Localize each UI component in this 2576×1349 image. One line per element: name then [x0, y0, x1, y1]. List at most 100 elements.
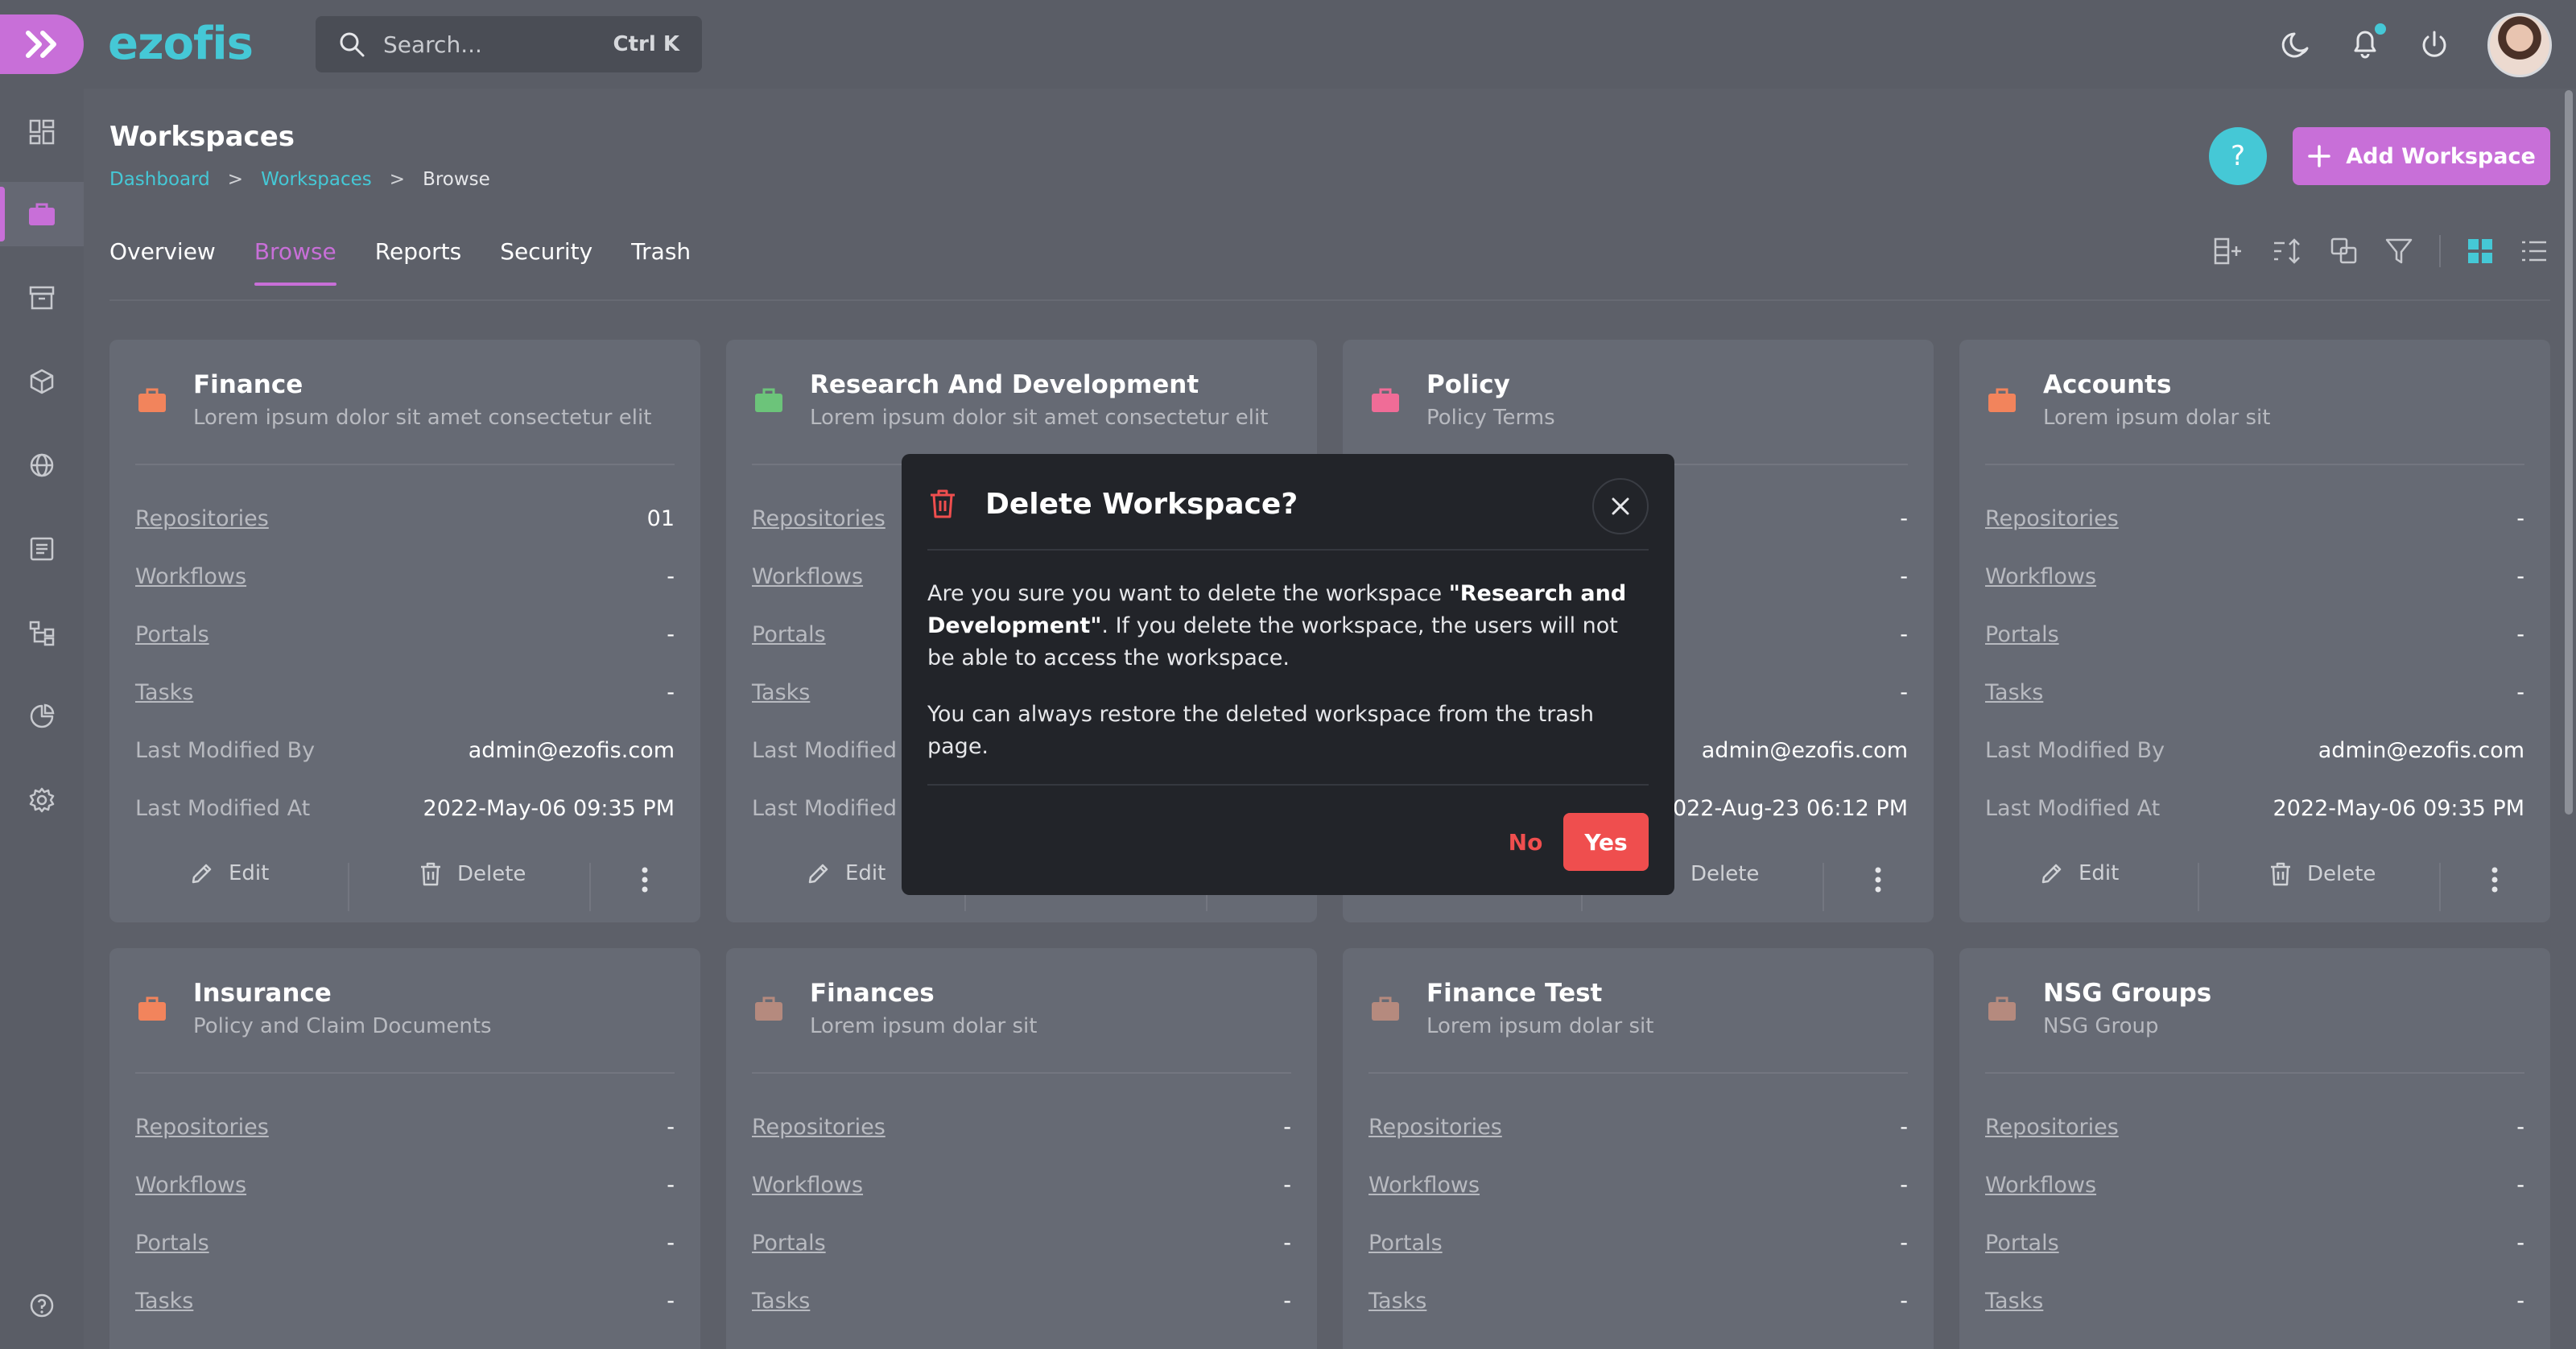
sort-icon[interactable] [2272, 237, 2304, 266]
row-label-workflows[interactable]: Workflows [752, 1173, 863, 1198]
grid-view-icon[interactable] [2467, 237, 2494, 265]
row-label-repositories[interactable]: Repositories [135, 1115, 269, 1140]
briefcase-icon [1372, 996, 1399, 1021]
row-label-repositories[interactable]: Repositories [1985, 1115, 2119, 1140]
row-label-tasks[interactable]: Tasks [752, 680, 810, 705]
tab-trash[interactable]: Trash [631, 238, 691, 286]
workspace-card[interactable]: Finances Lorem ipsum dolar sit Repositor… [726, 948, 1317, 1349]
search-placeholder: Search... [383, 31, 482, 58]
workspace-card[interactable]: Finance Lorem ipsum dolor sit amet conse… [109, 340, 700, 922]
dialog-body: Are you sure you want to delete the work… [927, 578, 1649, 763]
sidebar-item-archive[interactable] [0, 266, 84, 330]
notifications-button[interactable] [2349, 23, 2386, 64]
yes-button[interactable]: Yes [1563, 813, 1649, 871]
row-label-tasks[interactable]: Tasks [1985, 1289, 2043, 1314]
row-label-tasks[interactable]: Tasks [135, 680, 193, 705]
row-label-portals[interactable]: Portals [1985, 622, 2059, 647]
more-options-button[interactable] [641, 866, 649, 893]
more-options-button[interactable] [2491, 866, 2499, 893]
sidebar-item-settings[interactable] [0, 768, 84, 832]
row-label-workflows[interactable]: Workflows [1985, 564, 2096, 589]
workspace-card[interactable]: NSG Groups NSG Group Repositories - Work… [1959, 948, 2550, 1349]
row-value-workflows: - [1900, 1172, 1908, 1198]
row-label-workflows[interactable]: Workflows [135, 564, 246, 589]
avatar[interactable] [2487, 13, 2552, 77]
sidebar-item-help[interactable] [0, 1273, 84, 1338]
edit-button[interactable]: Edit [2040, 861, 2119, 885]
close-button[interactable] [1592, 478, 1649, 534]
add-workspace-button[interactable]: Add Workspace [2293, 127, 2550, 185]
row-label-tasks[interactable]: Tasks [1985, 680, 2043, 705]
sidebar-item-workflows[interactable] [0, 600, 84, 665]
sidebar-item-documents[interactable] [0, 517, 84, 581]
workspace-card[interactable]: Insurance Policy and Claim Documents Rep… [109, 948, 700, 1349]
power-icon[interactable] [2418, 29, 2450, 61]
row-label-workflows[interactable]: Workflows [752, 564, 863, 589]
delete-button[interactable]: Delete [419, 861, 526, 887]
tab-reports[interactable]: Reports [375, 238, 461, 286]
sidebar-item-reports[interactable] [0, 684, 84, 749]
workspace-card[interactable]: Accounts Lorem ipsum dolar sit Repositor… [1959, 340, 2550, 922]
row-label-workflows[interactable]: Workflows [1368, 1173, 1480, 1198]
workspace-card[interactable]: Finance Test Lorem ipsum dolar sit Repos… [1343, 948, 1934, 1349]
delete-button[interactable]: Delete [2268, 861, 2376, 887]
sidebar-item-portals[interactable] [0, 433, 84, 497]
tab-browse[interactable]: Browse [254, 238, 336, 286]
columns-icon[interactable] [2214, 237, 2246, 266]
row-label-repositories[interactable]: Repositories [1368, 1115, 1502, 1140]
sidebar-item-dashboard[interactable] [0, 100, 84, 164]
breadcrumb-current: Browse [423, 169, 490, 190]
breadcrumb-dashboard[interactable]: Dashboard [109, 169, 210, 190]
row-label-repositories[interactable]: Repositories [1985, 506, 2119, 531]
help-button[interactable]: ? [2209, 127, 2267, 185]
menu-toggle-button[interactable] [0, 14, 84, 74]
tab-overview[interactable]: Overview [109, 238, 216, 286]
row-label-tasks[interactable]: Tasks [135, 1289, 193, 1314]
row-label-portals[interactable]: Portals [752, 622, 826, 647]
tab-security[interactable]: Security [500, 238, 592, 286]
sidebar-item-workspaces[interactable] [0, 182, 84, 246]
workspace-title[interactable]: NSG Groups [2043, 979, 2211, 1008]
workspace-title[interactable]: Finance [193, 370, 303, 399]
edit-button[interactable]: Edit [190, 861, 269, 885]
card-row-tasks: Tasks - [752, 1285, 1291, 1317]
no-button[interactable]: No [1481, 813, 1570, 871]
trash-icon [931, 489, 955, 518]
row-label-repositories[interactable]: Repositories [752, 506, 886, 531]
row-label-portals[interactable]: Portals [135, 622, 209, 647]
card-row-portals: Portals - [1985, 1227, 2524, 1259]
workspace-title[interactable]: Finances [810, 979, 935, 1008]
row-label-repositories[interactable]: Repositories [752, 1115, 886, 1140]
row-label-repositories[interactable]: Repositories [135, 506, 269, 531]
more-options-button[interactable] [1874, 866, 1882, 893]
row-label-tasks[interactable]: Tasks [1368, 1289, 1426, 1314]
row-label-portals[interactable]: Portals [135, 1231, 209, 1256]
edit-button[interactable]: Edit [807, 861, 886, 885]
breadcrumb-workspaces[interactable]: Workspaces [261, 169, 372, 190]
row-label-tasks[interactable]: Tasks [752, 1289, 810, 1314]
edit-label: Edit [845, 861, 886, 885]
row-label-workflows[interactable]: Workflows [1985, 1173, 2096, 1198]
row-label-portals[interactable]: Portals [1985, 1231, 2059, 1256]
more-vertical-icon [2491, 867, 2498, 893]
workspace-title[interactable]: Research And Development [810, 370, 1199, 399]
filter-icon[interactable] [2384, 237, 2413, 266]
dialog-divider [927, 549, 1649, 551]
workspace-title[interactable]: Accounts [2043, 370, 2171, 399]
app-logo[interactable]: ezofis [108, 18, 254, 70]
workspace-title[interactable]: Policy [1426, 370, 1510, 399]
sidebar-item-cube[interactable] [0, 349, 84, 414]
scrollbar[interactable] [2565, 90, 2573, 815]
card-row-modified-by: Last Modified By admin@ezofis.com [1985, 734, 2524, 766]
row-label-portals[interactable]: Portals [752, 1231, 826, 1256]
card-row-tasks: Tasks - [1985, 676, 2524, 708]
row-label-portals[interactable]: Portals [1368, 1231, 1443, 1256]
workspace-title[interactable]: Insurance [193, 979, 332, 1008]
moon-icon[interactable] [2280, 29, 2312, 61]
group-icon[interactable] [2330, 237, 2359, 266]
row-label-workflows[interactable]: Workflows [135, 1173, 246, 1198]
list-view-icon[interactable] [2520, 237, 2549, 265]
search-input[interactable]: Search... Ctrl K [316, 16, 702, 72]
row-value-modified-at: 2022-May-06 09:35 PM [2273, 795, 2524, 821]
workspace-title[interactable]: Finance Test [1426, 979, 1602, 1008]
